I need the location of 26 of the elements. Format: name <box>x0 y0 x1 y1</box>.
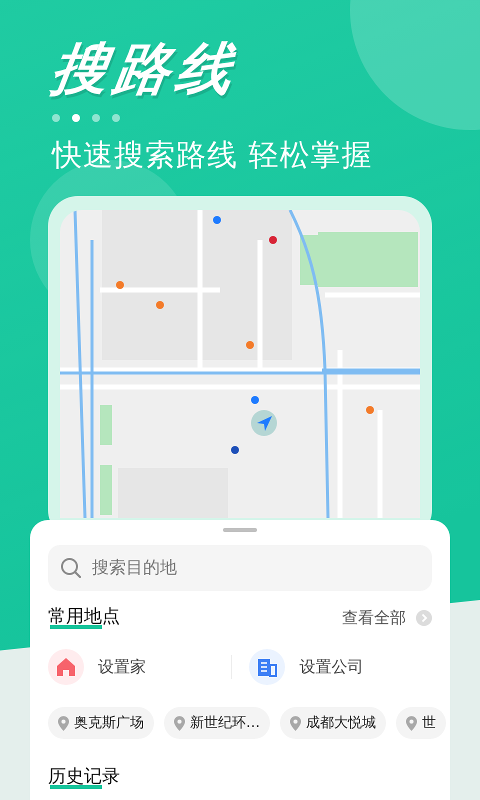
section-heading: 历史记录 <box>48 765 120 791</box>
pin-icon <box>290 716 301 730</box>
house-icon <box>55 656 77 678</box>
section-heading: 常用地点 <box>48 605 120 631</box>
page-dot[interactable] <box>92 114 100 122</box>
page-dot[interactable] <box>52 114 60 122</box>
place-chip[interactable]: 奥克斯广场 <box>48 707 154 739</box>
icon-circle[interactable] <box>48 649 84 685</box>
drag-handle[interactable] <box>223 528 257 532</box>
headline: 搜路线 <box>48 38 244 102</box>
chevron-icon <box>416 610 432 626</box>
page-dot[interactable] <box>72 114 80 122</box>
view-all-link[interactable]: 查看全部 <box>342 608 432 628</box>
shortcut-label[interactable]: 设置公司 <box>299 656 364 678</box>
pin-icon <box>174 716 185 730</box>
page-dot[interactable] <box>112 114 120 122</box>
place-chip[interactable]: 成都大悦城 <box>280 707 386 739</box>
search-field[interactable]: 搜索目的地 <box>48 545 432 591</box>
place-chip[interactable]: 新世纪环… <box>164 707 270 739</box>
place-chip[interactable]: 世 <box>396 707 446 739</box>
tagline: 快速搜索路线 轻松掌握 <box>52 138 374 174</box>
shortcut-label[interactable]: 设置家 <box>98 656 146 678</box>
pin-icon <box>406 716 417 730</box>
icon-circle[interactable] <box>249 649 286 685</box>
building-icon <box>256 656 278 678</box>
pin-icon <box>58 716 69 730</box>
